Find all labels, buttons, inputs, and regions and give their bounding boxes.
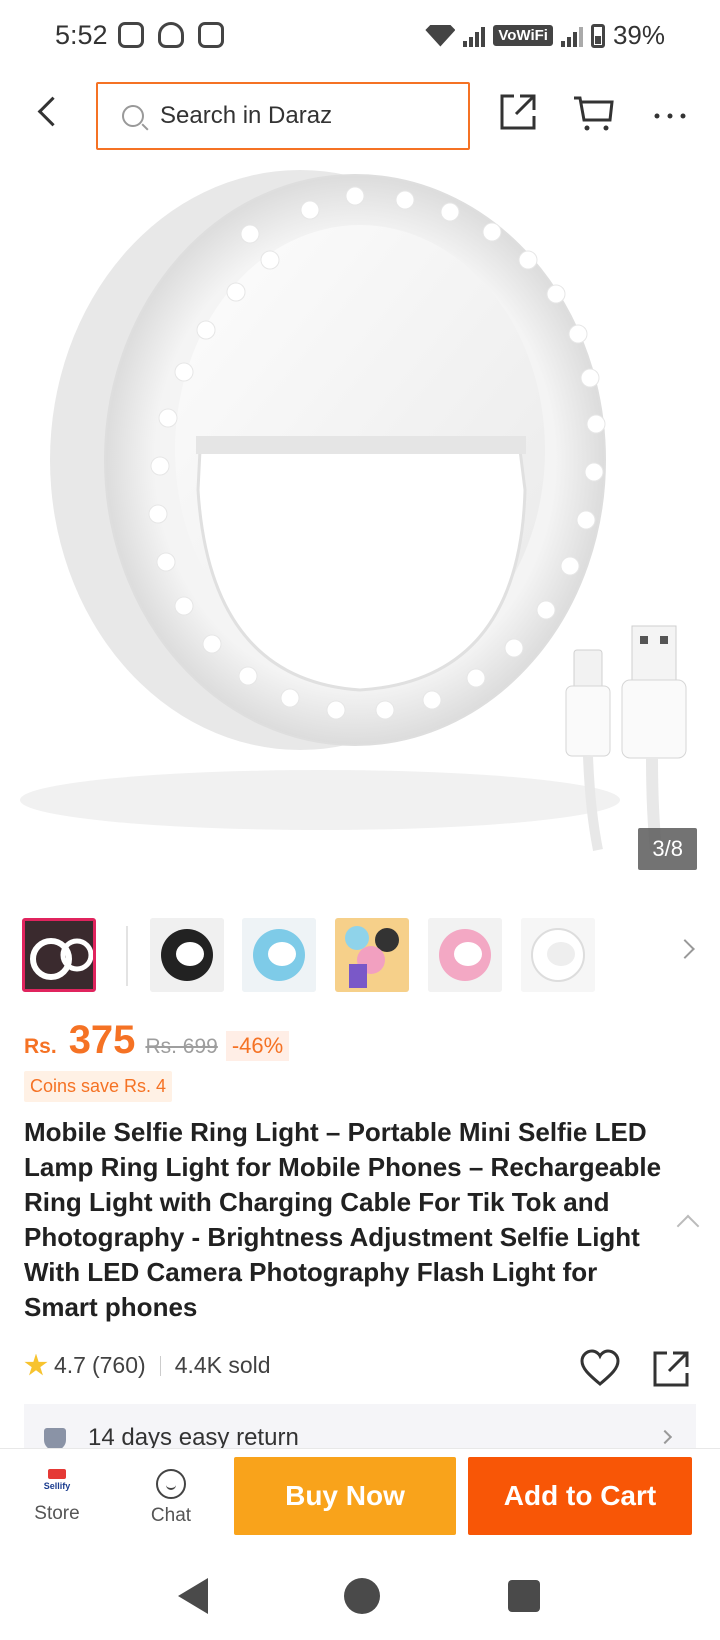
- thumbnail-image: [242, 918, 316, 992]
- system-icons: VoWiFi 39%: [425, 20, 665, 51]
- cart-button[interactable]: [572, 94, 616, 134]
- thumbnail-5[interactable]: [428, 918, 502, 992]
- search-icon: [122, 105, 144, 127]
- collapse-title-icon[interactable]: [676, 1214, 700, 1238]
- original-price: Rs. 699: [145, 1035, 218, 1058]
- shield-check-icon: [44, 1428, 66, 1448]
- thumbnail-next-icon[interactable]: [675, 939, 695, 959]
- rating-row[interactable]: 4.7 (760) 4.4K sold: [24, 1352, 271, 1379]
- thumbnail-image: [25, 921, 93, 989]
- search-input[interactable]: Search in Daraz: [96, 82, 470, 150]
- storage-icon: [198, 22, 224, 48]
- buy-now-button[interactable]: Buy Now: [234, 1457, 456, 1535]
- system-navigation-bar: [0, 1556, 720, 1640]
- coins-badge: Coins save Rs. 4: [24, 1071, 173, 1102]
- bottom-action-bar: Sellify Store Chat Buy Now Add to Cart: [0, 1448, 720, 1548]
- thumbnail-6[interactable]: [521, 918, 595, 992]
- thumbnail-image: [335, 918, 409, 992]
- battery-icon: [590, 23, 605, 48]
- chevron-right-icon: [657, 1429, 673, 1445]
- vowifi-badge: VoWiFi: [493, 25, 553, 46]
- divider: [159, 1355, 161, 1376]
- rating-value: 4.7: [54, 1352, 86, 1378]
- return-policy-row[interactable]: 14 days easy return: [24, 1404, 696, 1448]
- snapchat-icon: [158, 22, 184, 48]
- thumbnail-image: [428, 918, 502, 992]
- add-to-cart-button[interactable]: Add to Cart: [468, 1457, 692, 1535]
- share-icon: [500, 94, 536, 130]
- store-logo-text: Sellify: [43, 1481, 71, 1491]
- wishlist-button[interactable]: [578, 1348, 622, 1388]
- store-button[interactable]: Sellify Store: [20, 1469, 94, 1539]
- product-title: Mobile Selfie Ring Light – Portable Mini…: [24, 1117, 662, 1322]
- thumbnail-1[interactable]: [22, 918, 96, 992]
- product-image: [20, 170, 687, 851]
- discount-badge: -46%: [225, 1031, 290, 1061]
- heart-icon: [580, 1349, 620, 1386]
- wifi-icon: [425, 24, 456, 47]
- store-label: Store: [34, 1503, 80, 1524]
- more-icon: [654, 113, 686, 119]
- product-image-gallery[interactable]: 3/8: [0, 160, 720, 890]
- system-home-icon[interactable]: [344, 1578, 380, 1614]
- system-recents-icon[interactable]: [508, 1580, 540, 1612]
- chat-icon: [156, 1469, 186, 1499]
- share-button[interactable]: [498, 92, 538, 132]
- thumbnail-strip: [22, 918, 702, 998]
- signal-icon: [463, 25, 486, 47]
- price-row: Rs. 375 Rs. 699 -46%: [24, 1018, 290, 1063]
- review-count: (760): [91, 1352, 146, 1378]
- image-counter: 3/8: [638, 828, 697, 870]
- notification-icons: [118, 22, 224, 48]
- status-bar: 5:52 VoWiFi 39%: [0, 0, 720, 72]
- back-button[interactable]: [30, 92, 70, 132]
- status-time: 5:52: [55, 20, 108, 50]
- cart-icon: [574, 96, 614, 131]
- thumbnail-2[interactable]: [150, 918, 224, 992]
- price-value: 375: [68, 1018, 136, 1062]
- star-icon: [24, 1353, 48, 1376]
- instagram-icon: [118, 22, 144, 48]
- signal-icon-2: [560, 25, 583, 47]
- share-product-button[interactable]: [650, 1348, 692, 1390]
- thumbnail-3[interactable]: [242, 918, 316, 992]
- top-header: Search in Daraz: [0, 78, 720, 150]
- search-placeholder: Search in Daraz: [160, 102, 333, 129]
- return-policy-text: 14 days easy return: [88, 1424, 299, 1448]
- battery-level: 39%: [612, 20, 665, 50]
- chat-button[interactable]: Chat: [134, 1469, 208, 1539]
- thumbnail-4[interactable]: [335, 918, 409, 992]
- more-options-button[interactable]: [652, 96, 692, 126]
- sold-count: 4.4K sold: [174, 1352, 271, 1378]
- thumbnail-divider: [126, 926, 128, 986]
- system-back-icon[interactable]: [178, 1578, 208, 1614]
- share-icon: [653, 1351, 689, 1387]
- thumbnail-image: [521, 918, 595, 992]
- store-logo-icon: Sellify: [42, 1469, 72, 1497]
- price-currency: Rs.: [24, 1035, 57, 1058]
- thumbnail-image: [150, 918, 224, 992]
- chat-label: Chat: [150, 1505, 192, 1526]
